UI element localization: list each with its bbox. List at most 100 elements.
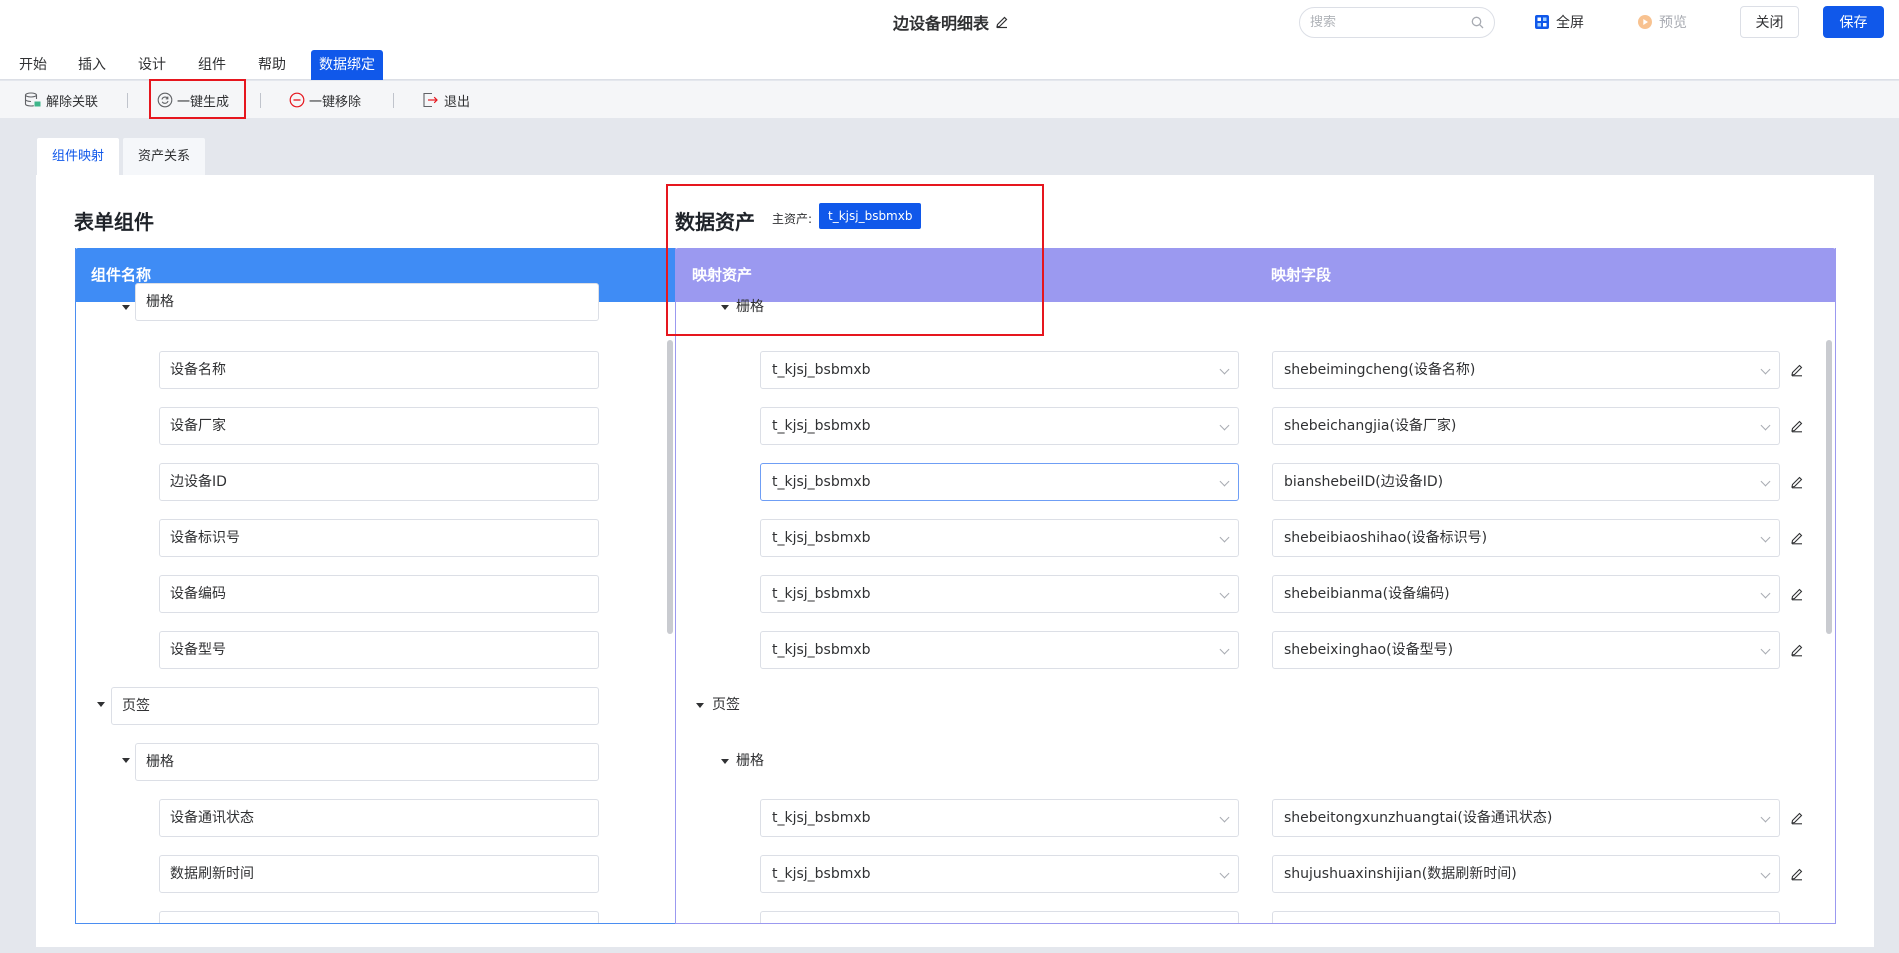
minus-circle-icon <box>289 92 305 108</box>
expand-caret-icon[interactable] <box>696 703 704 708</box>
expand-caret-icon[interactable] <box>122 758 130 763</box>
document-title: 边设备明细表 <box>893 10 1009 34</box>
chevron-down-icon <box>1219 532 1230 543</box>
close-button[interactable]: 关闭 <box>1740 6 1799 38</box>
edit-icon[interactable] <box>1790 475 1804 489</box>
expand-caret-icon[interactable] <box>97 702 105 707</box>
field-select[interactable]: bianshebeiID(边设备ID) <box>1272 463 1780 501</box>
menu-tab-insert[interactable]: 插入 <box>70 50 114 80</box>
component-field[interactable]: 设备标识号 <box>159 519 599 557</box>
search-input[interactable] <box>1310 15 1471 30</box>
toolbar: 解除关联 一键生成 一键移除 退出 <box>0 81 1899 119</box>
asset-select[interactable]: t_kjsj_bsbmxb <box>760 799 1239 837</box>
edit-icon[interactable] <box>1790 531 1804 545</box>
tree-label-tab: 页签 <box>712 697 740 713</box>
menu-tab-data-binding[interactable]: 数据绑定 <box>311 50 383 80</box>
asset-select[interactable]: t_kjsj_bsbmxb <box>760 407 1239 445</box>
menu-tab-help[interactable]: 帮助 <box>250 50 294 80</box>
field-select[interactable]: shebeibianma(设备编码) <box>1272 575 1780 613</box>
highlight-box-generate <box>149 79 246 119</box>
field-select[interactable]: shebeixinghao(设备型号) <box>1272 631 1780 669</box>
field-select[interactable] <box>1272 911 1780 923</box>
field-select-value: shebeichangjia(设备厂家) <box>1284 418 1457 434</box>
toolbar-divider <box>393 93 394 108</box>
field-select-value: shebeitongxunzhuangtai(设备通讯状态) <box>1284 810 1553 826</box>
asset-select[interactable] <box>760 911 1239 923</box>
field-select[interactable]: shebeichangjia(设备厂家) <box>1272 407 1780 445</box>
component-field[interactable]: 设备编码 <box>159 575 599 613</box>
component-field[interactable]: 数据刷新时间 <box>159 855 599 893</box>
tab-asset-relation[interactable]: 资产关系 <box>122 137 207 175</box>
search-box[interactable] <box>1299 7 1495 38</box>
right-scrollbar[interactable] <box>1826 340 1832 634</box>
component-field[interactable] <box>159 911 599 923</box>
chevron-down-icon <box>1760 476 1771 487</box>
field-select-value: shebeixinghao(设备型号) <box>1284 642 1454 658</box>
component-field[interactable]: 设备厂家 <box>159 407 599 445</box>
edit-title-icon[interactable] <box>995 15 1009 29</box>
field-select[interactable]: shebeibiaoshihao(设备标识号) <box>1272 519 1780 557</box>
asset-select-value: t_kjsj_bsbmxb <box>772 586 871 602</box>
form-components-title: 表单组件 <box>74 210 154 234</box>
chevron-down-icon <box>1760 812 1771 823</box>
asset-select[interactable]: t_kjsj_bsbmxb <box>760 575 1239 613</box>
edit-icon[interactable] <box>1790 811 1804 825</box>
asset-select[interactable]: t_kjsj_bsbmxb <box>760 351 1239 389</box>
asset-select-value: t_kjsj_bsbmxb <box>772 642 871 658</box>
component-field[interactable]: 边设备ID <box>159 463 599 501</box>
expand-caret-icon[interactable] <box>122 305 130 310</box>
component-field[interactable]: 设备型号 <box>159 631 599 669</box>
left-scrollbar[interactable] <box>667 340 673 634</box>
fullscreen-button[interactable]: 全屏 <box>1534 12 1584 32</box>
search-icon[interactable] <box>1471 16 1484 29</box>
chevron-down-icon <box>1219 476 1230 487</box>
component-field[interactable]: 设备通讯状态 <box>159 799 599 837</box>
edit-icon[interactable] <box>1790 867 1804 881</box>
one-click-remove-button[interactable]: 一键移除 <box>289 89 361 111</box>
tree-node-grid[interactable]: 栅格 <box>135 283 599 321</box>
field-select-value: shebeimingcheng(设备名称) <box>1284 362 1476 378</box>
asset-select[interactable]: t_kjsj_bsbmxb <box>760 463 1239 501</box>
chevron-down-icon <box>1219 364 1230 375</box>
component-field[interactable]: 设备名称 <box>159 351 599 389</box>
asset-select[interactable]: t_kjsj_bsbmxb <box>760 631 1239 669</box>
field-select[interactable]: shebeimingcheng(设备名称) <box>1272 351 1780 389</box>
asset-select[interactable]: t_kjsj_bsbmxb <box>760 519 1239 557</box>
toolbar-divider <box>127 93 128 108</box>
menu-tab-design[interactable]: 设计 <box>130 50 174 80</box>
fullscreen-label: 全屏 <box>1556 15 1584 31</box>
asset-select-value: t_kjsj_bsbmxb <box>772 474 871 490</box>
tree-label-grid: 栅格 <box>736 753 764 769</box>
chevron-down-icon <box>1760 588 1771 599</box>
asset-select[interactable]: t_kjsj_bsbmxb <box>760 855 1239 893</box>
asset-select-value: t_kjsj_bsbmxb <box>772 418 871 434</box>
play-icon <box>1638 15 1652 29</box>
field-select-value: shujushuaxinshijian(数据刷新时间) <box>1284 866 1517 882</box>
chevron-down-icon <box>1760 364 1771 375</box>
save-button[interactable]: 保存 <box>1823 6 1884 38</box>
menu-tab-start[interactable]: 开始 <box>11 50 55 80</box>
top-header: 边设备明细表 全屏 预览 关闭 保存 <box>0 0 1899 44</box>
field-select[interactable]: shujushuaxinshijian(数据刷新时间) <box>1272 855 1780 893</box>
one-click-remove-label: 一键移除 <box>309 94 362 110</box>
tab-component-mapping[interactable]: 组件映射 <box>36 137 121 175</box>
edit-icon[interactable] <box>1790 643 1804 657</box>
menu-tab-component[interactable]: 组件 <box>190 50 234 80</box>
edit-icon[interactable] <box>1790 587 1804 601</box>
asset-select-value: t_kjsj_bsbmxb <box>772 810 871 826</box>
unlink-label: 解除关联 <box>46 94 99 110</box>
tree-node-grid[interactable]: 栅格 <box>135 743 599 781</box>
preview-button[interactable]: 预览 <box>1637 12 1687 32</box>
exit-button[interactable]: 退出 <box>422 89 470 111</box>
preview-label: 预览 <box>1659 15 1687 31</box>
edit-icon[interactable] <box>1790 419 1804 433</box>
tree-node-tab[interactable]: 页签 <box>111 687 599 725</box>
asset-select-value: t_kjsj_bsbmxb <box>772 530 871 546</box>
chevron-down-icon <box>1219 644 1230 655</box>
exit-icon <box>423 92 438 108</box>
field-select[interactable]: shebeitongxunzhuangtai(设备通讯状态) <box>1272 799 1780 837</box>
asset-select-value: t_kjsj_bsbmxb <box>772 866 871 882</box>
unlink-button[interactable]: 解除关联 <box>24 89 98 111</box>
edit-icon[interactable] <box>1790 363 1804 377</box>
expand-caret-icon[interactable] <box>721 759 729 764</box>
